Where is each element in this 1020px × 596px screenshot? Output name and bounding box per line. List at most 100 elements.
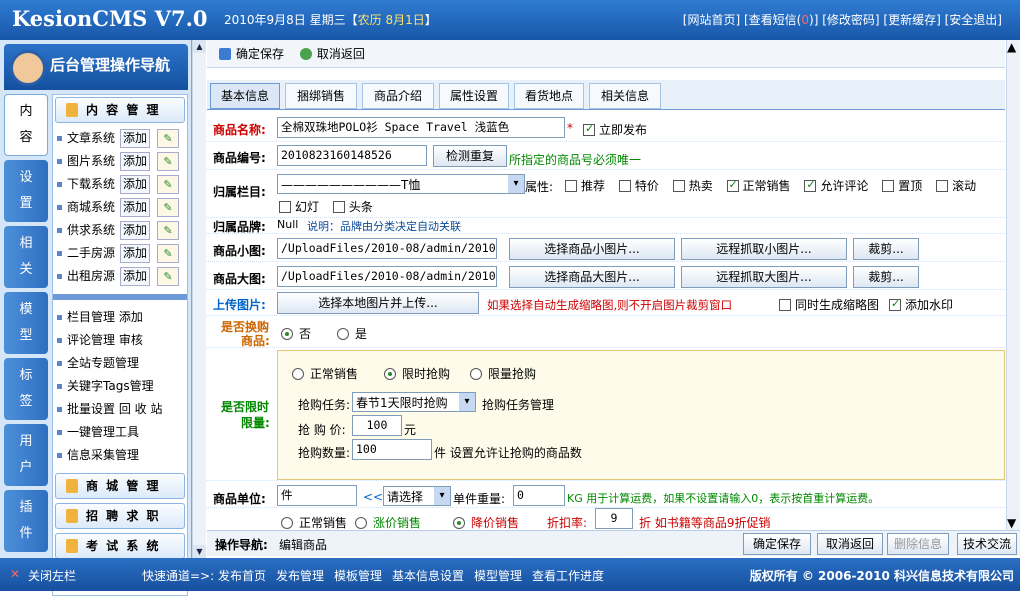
quick-link-template[interactable]: 模板管理 (334, 567, 382, 584)
tab-model[interactable]: 模型 (4, 292, 48, 354)
crop-big-button[interactable]: 裁剪... (853, 266, 919, 288)
tab-plugin[interactable]: 插件 (4, 490, 48, 552)
unit-input[interactable]: 件 (277, 485, 357, 506)
scroll-up-icon[interactable]: ▲ (193, 40, 206, 53)
mode-normal-radio[interactable]: 正常销售 (292, 365, 358, 382)
add-button[interactable]: 添加 (120, 198, 150, 217)
price-input[interactable]: 100 (352, 415, 402, 436)
add-button[interactable]: 添加 (120, 267, 150, 286)
mode-limited-radio[interactable]: 限量抢购 (470, 365, 536, 382)
quick-link-model[interactable]: 模型管理 (474, 567, 522, 584)
edit-icon[interactable]: ✎ (157, 267, 179, 286)
quick-link-basic-settings[interactable]: 基本信息设置 (392, 567, 464, 584)
tab-related[interactable]: 相关信息 (589, 83, 661, 109)
fetch-small-image-button[interactable]: 远程抓取小图片... (681, 238, 847, 260)
menu-item-download[interactable]: 下载系统 添加 ✎ (53, 173, 187, 196)
tab-attributes[interactable]: 属性设置 (439, 83, 509, 109)
menu-link-collect[interactable]: 信息采集管理 (53, 444, 187, 467)
edit-icon[interactable]: ✎ (157, 198, 179, 217)
add-button[interactable]: 添加 (120, 152, 150, 171)
swap-no-radio[interactable]: 否 (281, 325, 311, 342)
menu-section-exam[interactable]: 考 试 系 统 (55, 533, 185, 559)
big-image-input[interactable]: /UploadFiles/2010-08/admin/2010 (277, 266, 497, 287)
edit-icon[interactable]: ✎ (157, 129, 179, 148)
menu-item-supply[interactable]: 供求系统 添加 ✎ (53, 219, 187, 242)
attr-comment[interactable]: 允许评论 (804, 178, 868, 193)
save-button[interactable]: 确定保存 (219, 45, 284, 62)
quick-link-progress[interactable]: 查看工作进度 (532, 567, 604, 584)
tab-intro[interactable]: 商品介绍 (362, 83, 434, 109)
main-scrollbar[interactable]: ▲ ▼ (1006, 40, 1020, 530)
tab-basic-info[interactable]: 基本信息 (210, 83, 280, 109)
scroll-up-icon[interactable]: ▲ (1007, 40, 1020, 54)
cancel-button[interactable]: 取消返回 (299, 45, 365, 62)
sidebar-scrollbar[interactable]: ▲ ▼ (192, 40, 206, 558)
menu-link-tags[interactable]: 关键字Tags管理 (53, 375, 187, 398)
quick-link-publish-home[interactable]: 发布首页 (218, 567, 266, 584)
sale-normal-radio[interactable]: 正常销售 (281, 514, 347, 530)
name-input[interactable]: 全棉双珠地POLO衫 Space Travel 浅蓝色 (277, 117, 565, 138)
menu-section-jobs[interactable]: 招 聘 求 职 (55, 503, 185, 529)
tech-support-button[interactable]: 技术交流 (957, 533, 1017, 555)
link-change-password[interactable]: [修改密码] (822, 13, 879, 27)
attr-slide[interactable]: 幻灯 (279, 200, 319, 214)
menu-link-comments[interactable]: 评论管理 审核 (53, 329, 187, 352)
watermark-checkbox[interactable]: 添加水印 (889, 296, 953, 313)
sale-up-radio[interactable]: 涨价销售 (355, 514, 421, 530)
discount-input[interactable]: 9 (595, 508, 633, 529)
close-sidebar-link[interactable]: 关闭左栏 (28, 567, 76, 584)
select-small-image-button[interactable]: 选择商品小图片... (509, 238, 675, 260)
edit-icon[interactable]: ✎ (157, 175, 179, 194)
code-input[interactable]: 2010823160148526 (277, 145, 427, 166)
check-duplicate-button[interactable]: 检测重复 (433, 145, 507, 167)
tab-label[interactable]: 标签 (4, 358, 48, 420)
menu-link-tools[interactable]: 一键管理工具 (53, 421, 187, 444)
unit-select[interactable]: 请选择 (383, 486, 451, 506)
attr-recommend[interactable]: 推荐 (565, 179, 605, 193)
menu-item-shop[interactable]: 商城系统 添加 ✎ (53, 196, 187, 219)
publish-checkbox[interactable]: 立即发布 (583, 121, 647, 138)
upload-local-button[interactable]: 选择本地图片并上传... (277, 292, 479, 314)
menu-item-article[interactable]: 文章系统 添加 ✎ (53, 127, 187, 150)
menu-link-columns[interactable]: 栏目管理 添加 (53, 306, 187, 329)
edit-icon[interactable]: ✎ (157, 244, 179, 263)
task-select[interactable]: 春节1天限时抢购 (352, 392, 476, 412)
scroll-down-icon[interactable]: ▼ (193, 545, 206, 558)
menu-link-batch[interactable]: 批量设置 回 收 站 (53, 398, 187, 421)
tab-related[interactable]: 相关 (4, 226, 48, 288)
scroll-down-icon[interactable]: ▼ (1007, 516, 1016, 530)
attr-scroll[interactable]: 滚动 (936, 179, 976, 193)
edit-icon[interactable]: ✎ (157, 152, 179, 171)
menu-link-topics[interactable]: 全站专题管理 (53, 352, 187, 375)
gen-thumb-checkbox[interactable]: 同时生成缩略图 (779, 296, 879, 313)
tab-user[interactable]: 用户 (4, 424, 48, 486)
tab-content[interactable]: 内容 (4, 94, 48, 156)
delete-button[interactable]: 删除信息 (887, 533, 949, 555)
swap-yes-radio[interactable]: 是 (337, 325, 367, 342)
select-big-image-button[interactable]: 选择商品大图片... (509, 266, 675, 288)
bottom-save-button[interactable]: 确定保存 (743, 533, 811, 555)
tab-settings[interactable]: 设置 (4, 160, 48, 222)
menu-item-rental[interactable]: 出租房源 添加 ✎ (53, 265, 187, 288)
fetch-big-image-button[interactable]: 远程抓取大图片... (681, 266, 847, 288)
attr-normal[interactable]: 正常销售 (726, 178, 791, 193)
add-button[interactable]: 添加 (120, 244, 150, 263)
crop-small-button[interactable]: 裁剪... (853, 238, 919, 260)
small-image-input[interactable]: /UploadFiles/2010-08/admin/2010 (277, 238, 497, 259)
sale-down-radio[interactable]: 降价销售 (453, 514, 519, 530)
menu-divider[interactable] (53, 294, 187, 300)
mode-timed-radio[interactable]: 限时抢购 (384, 365, 450, 382)
link-logout[interactable]: [安全退出] (945, 13, 1002, 27)
add-button[interactable]: 添加 (120, 221, 150, 240)
edit-icon[interactable]: ✎ (157, 221, 179, 240)
link-messages[interactable]: [查看短信(0)] (744, 13, 818, 27)
menu-section-content[interactable]: 内 容 管 理 (55, 97, 185, 123)
task-manage-link[interactable]: 抢购任务管理 (482, 396, 554, 413)
tab-location[interactable]: 看货地点 (514, 83, 584, 109)
qty-input[interactable]: 100 (352, 439, 432, 460)
link-site-home[interactable]: [网站首页] (683, 13, 740, 27)
menu-item-photo[interactable]: 图片系统 添加 ✎ (53, 150, 187, 173)
close-icon[interactable]: ✕ (10, 567, 20, 581)
link-update-cache[interactable]: [更新缓存] (883, 13, 940, 27)
category-select[interactable]: ——————————T恤 (277, 174, 525, 194)
